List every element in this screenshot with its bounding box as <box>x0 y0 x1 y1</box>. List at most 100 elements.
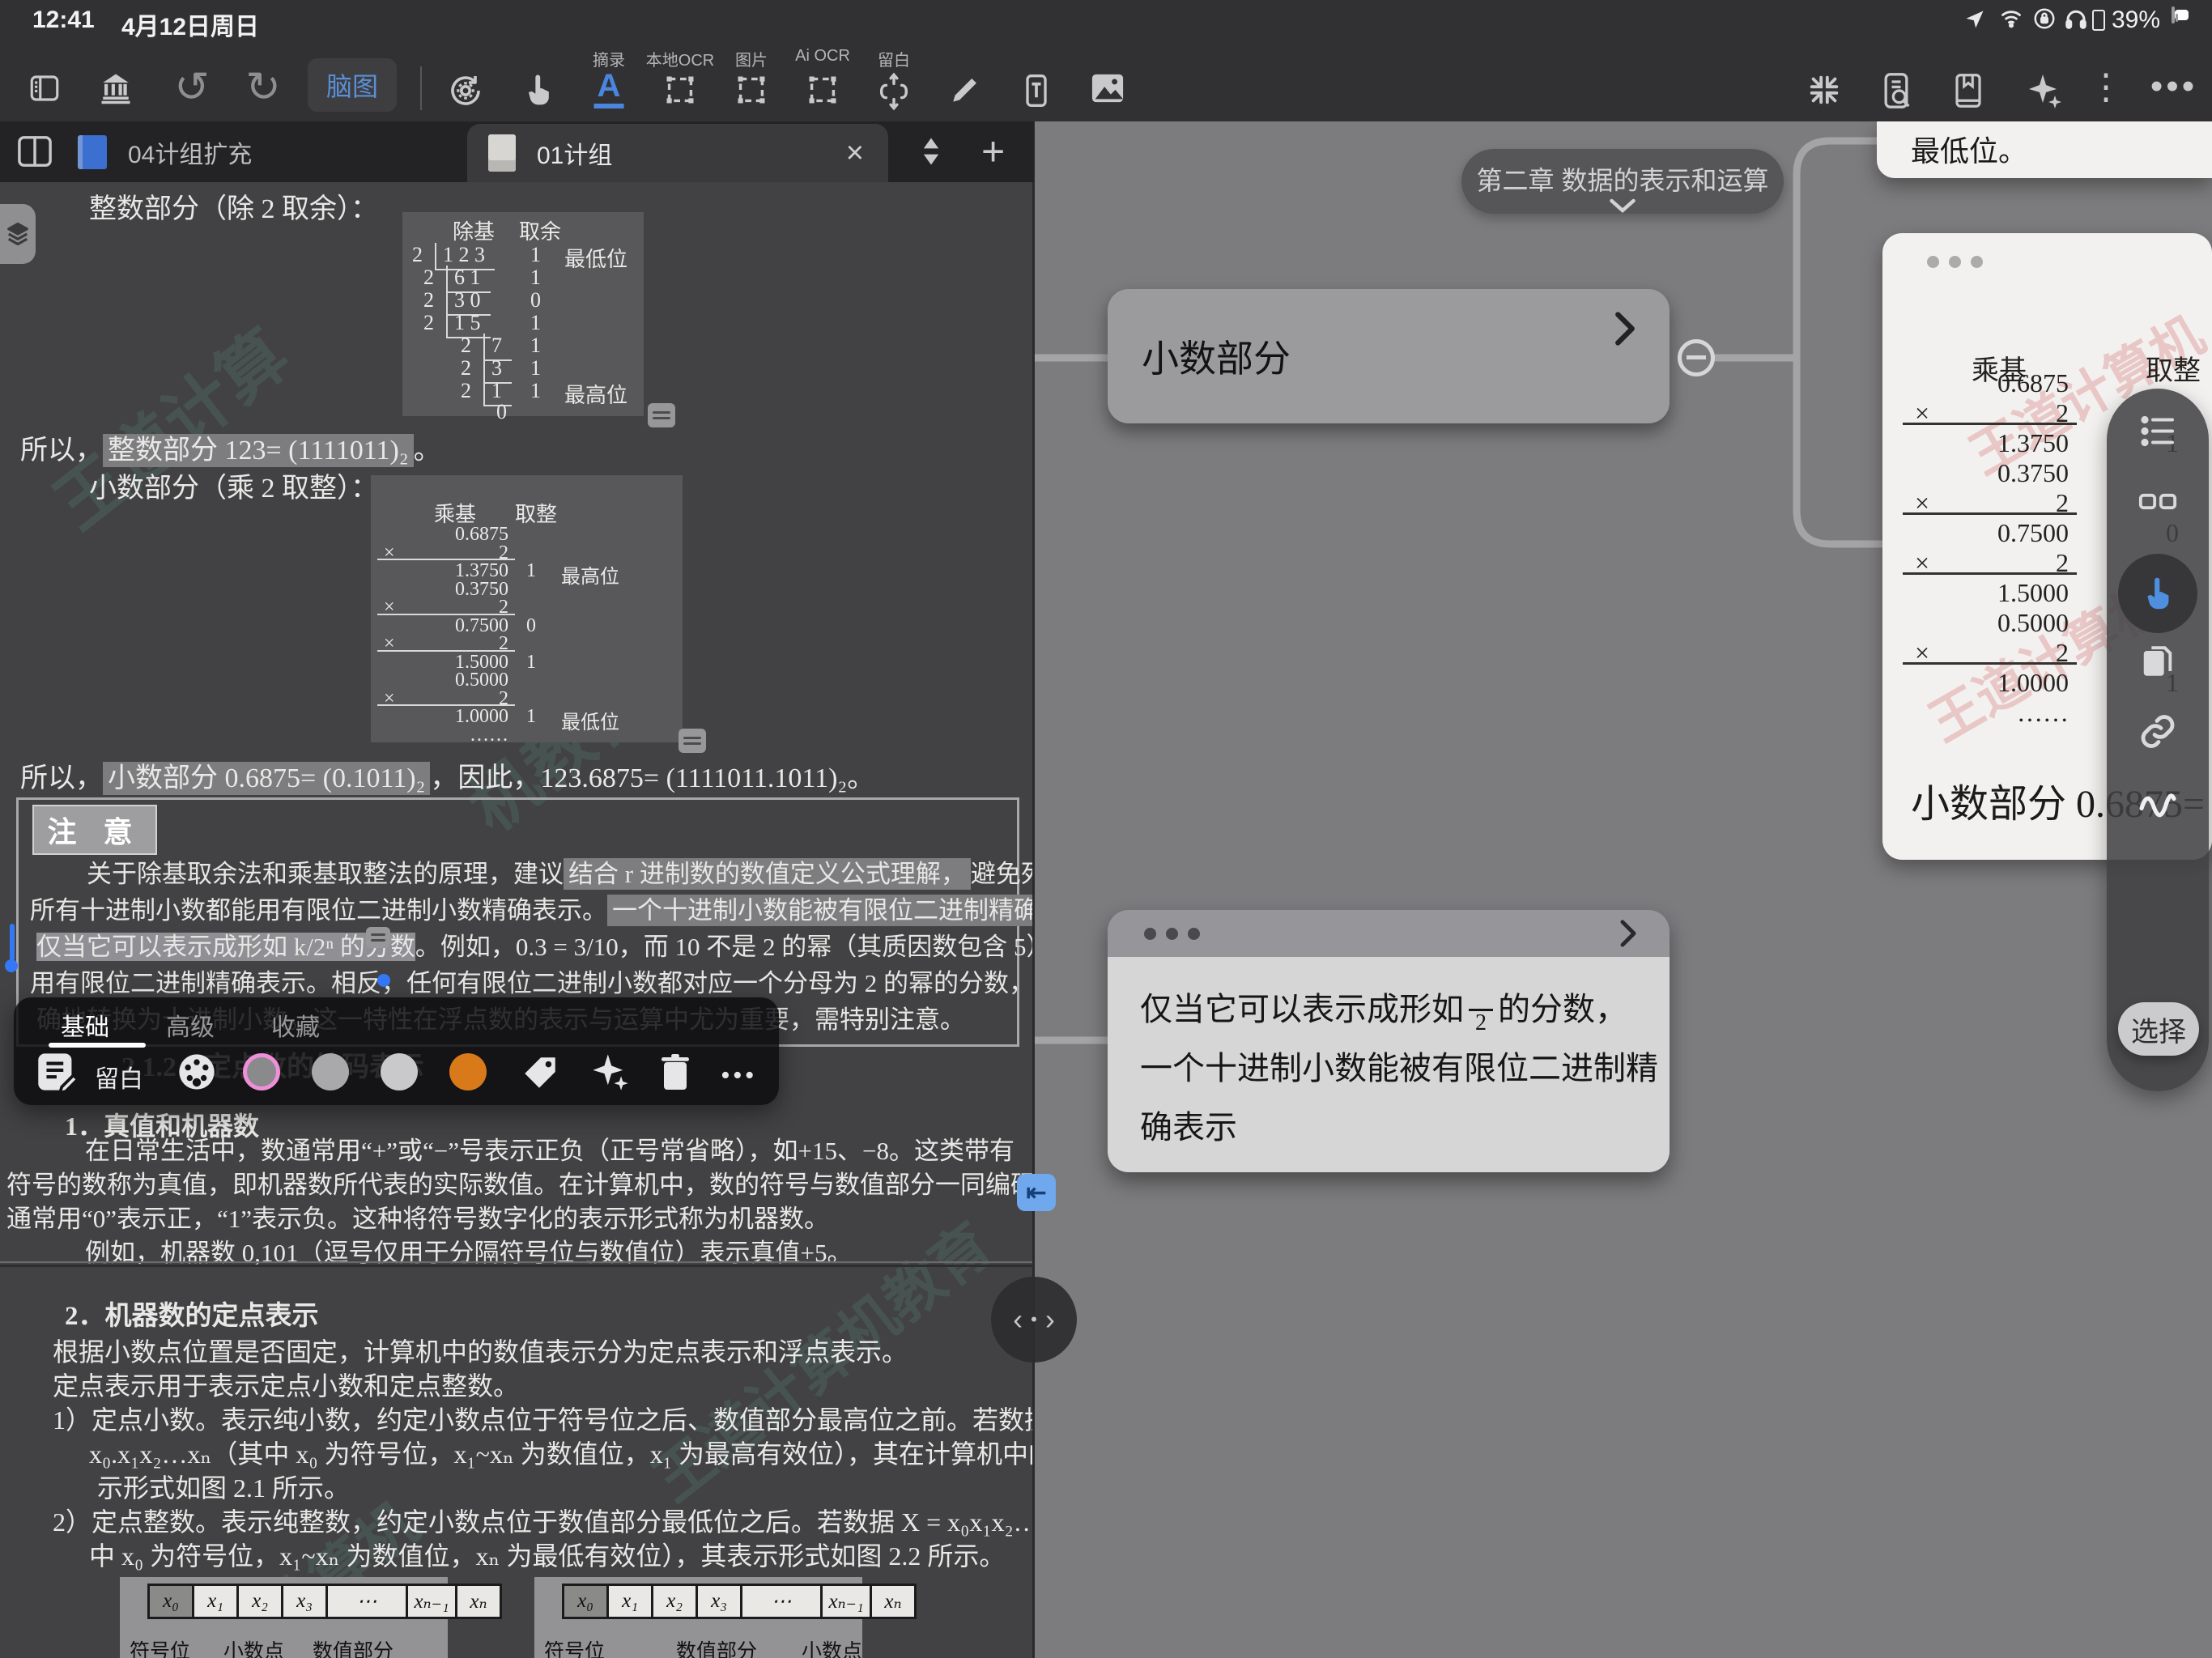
selection-handle-dot[interactable] <box>5 959 18 972</box>
chapter-node[interactable]: 第二章 数据的表示和运算 <box>1461 149 1784 214</box>
excerpt-card-partial[interactable]: 最低位。 <box>1877 121 2212 178</box>
blank-space-button[interactable] <box>875 71 912 116</box>
color-swatch-gray[interactable] <box>312 1053 349 1090</box>
local-ocr-button[interactable] <box>661 71 699 113</box>
status-date: 4月12日周日 <box>121 6 259 42</box>
pane-divider[interactable] <box>1032 121 1035 1658</box>
tab-advanced[interactable]: 高级 <box>166 1007 215 1043</box>
paragraph-line: 在日常生活中，数通常用“+”或“−”号表示正负（正号常省略），如+15、−8。这… <box>85 1130 1015 1167</box>
tab-title: 04计组扩充 <box>128 134 252 170</box>
undo-button[interactable]: ↺ <box>174 63 210 112</box>
prev-page-icon[interactable]: ‹ <box>1013 1303 1023 1337</box>
card-handle-dots[interactable] <box>1144 928 1200 940</box>
color-swatch-gray-selected[interactable] <box>243 1053 280 1090</box>
split-view-icon[interactable] <box>16 134 53 172</box>
ai-ocr-button[interactable] <box>804 71 841 113</box>
excerpt-badge-icon[interactable] <box>678 729 706 753</box>
mult-line: 0.6875 <box>371 524 683 542</box>
page-navigation-control[interactable]: ‹ • › <box>991 1277 1077 1363</box>
copy-cards-icon[interactable] <box>2139 642 2176 685</box>
tab-basic[interactable]: 基础 <box>61 1007 109 1043</box>
more-options-icon[interactable]: ••• <box>2150 66 2197 107</box>
mult-line: 0.75000 <box>371 615 683 634</box>
fraction-part-node[interactable]: 小数部分 <box>1108 289 1670 423</box>
page-dot: • <box>1031 1309 1037 1330</box>
tab-01-jizu-active[interactable]: 01计组 × <box>467 124 888 182</box>
redo-button[interactable]: ↻ <box>245 63 281 112</box>
selection-handle-start[interactable] <box>10 924 15 961</box>
select-button[interactable]: 选择 <box>2118 1002 2199 1056</box>
image-clip-button[interactable] <box>733 71 770 113</box>
mindmap-mode-button[interactable]: 脑图 <box>308 58 397 112</box>
ai-sparkle-icon[interactable] <box>2025 71 2064 114</box>
division-row: 271 <box>402 334 644 356</box>
chevron-right-icon[interactable] <box>1614 312 1636 346</box>
color-swatch-orange[interactable] <box>449 1053 487 1090</box>
insert-image-icon[interactable] <box>1088 71 1127 109</box>
sparkle-icon[interactable] <box>589 1051 631 1097</box>
excerpt-badge-icon[interactable] <box>648 403 675 427</box>
integer-part-heading: 整数部分（除 2 取余）： <box>89 186 378 226</box>
pdf-document-pane[interactable]: 王道计算 机教育 王道计算机教育 王道计算机 整数部分（除 2 取余）： 除基 … <box>0 182 1034 1658</box>
mult-line: ×2 <box>371 633 683 652</box>
excerpt-highlight[interactable]: 整数部分 123= (1111011)₂ <box>103 434 414 467</box>
note-card[interactable]: 仅当它可以表示成形如2的分数， 一个十进制小数能被有限位二进制精 确表示 <box>1108 910 1670 1172</box>
annotation-context-menu: 基础 高级 收藏 留白 ••• <box>14 997 779 1105</box>
figure-2-1: x₀x₁x₂x₃⋯xₙ₋₁xₙ 符号位 小数点 数值部分 <box>120 1577 448 1658</box>
tag-icon[interactable] <box>520 1052 560 1097</box>
figure-2-2: x₀x₁x₂x₃⋯xₙ₋₁xₙ 符号位 数值部分 小数点 <box>534 1577 862 1658</box>
mult-line: 1.37501最高位 <box>371 560 683 579</box>
sync-gear-icon[interactable] <box>446 71 485 114</box>
headset-battery-icon <box>2092 10 2105 31</box>
excerpt-highlight[interactable]: 小数部分 0.6875= (0.1011)₂ <box>103 762 430 795</box>
excerpt-badge-icon[interactable] <box>366 927 390 948</box>
close-tab-icon[interactable]: × <box>846 138 864 168</box>
hand-tool-icon[interactable] <box>521 71 556 113</box>
color-swatch-light[interactable] <box>381 1053 418 1090</box>
tab-04-jizu-kuochong[interactable]: 04计组扩充 <box>78 121 458 182</box>
rotation-lock-icon <box>2032 6 2057 35</box>
chevron-right-icon[interactable] <box>1619 920 1637 947</box>
add-tab-button[interactable]: + <box>981 128 1005 175</box>
color-palette-icon[interactable] <box>176 1051 218 1097</box>
notice-line: 用有限位二进制精确表示。相反，任何有限位二进制小数都对应一个分母为 2 的幂的分… <box>30 963 998 999</box>
tab-favorites[interactable]: 收藏 <box>271 1007 320 1043</box>
layers-panel-tab[interactable] <box>0 204 36 264</box>
paragraph-line: 示形式如图 2.1 所示。 <box>97 1468 350 1505</box>
bookmark-icon[interactable] <box>1951 71 1985 114</box>
sidebar-toggle-button[interactable] <box>26 71 63 109</box>
card-layout-icon[interactable] <box>2138 485 2178 523</box>
document-search-icon[interactable] <box>1878 71 1914 114</box>
link-icon[interactable] <box>2138 712 2177 755</box>
collapse-branch-icon[interactable] <box>1678 339 1715 376</box>
excerpt-highlight[interactable]: 一个十进制小数能被有限位二进制精确表示 <box>607 895 1034 926</box>
selection-handle-end[interactable] <box>377 974 390 987</box>
paragraph-line: x₀.x₁x₂…xₙ（其中 x₀ 为符号位，x₁~xₙ 为数值位，x₁ 为最高有… <box>89 1434 1034 1471</box>
note-card-header[interactable] <box>1108 910 1670 957</box>
text-tool-icon[interactable] <box>1019 71 1054 114</box>
collapse-icon[interactable] <box>1806 71 1843 113</box>
library-icon[interactable] <box>97 71 134 109</box>
card-handle-dots[interactable] <box>1927 256 1983 268</box>
hand-tool-active-circle[interactable] <box>2118 554 2197 633</box>
pen-icon[interactable] <box>947 71 983 111</box>
excerpt-highlight[interactable]: 结合 r 进制数的数值定义公式理解， <box>564 858 971 890</box>
page-divider <box>0 1265 1034 1267</box>
trash-icon[interactable] <box>656 1051 695 1097</box>
note-card-body: 仅当它可以表示成形如2的分数， 一个十进制小数能被有限位二进制精 确表示 <box>1108 957 1670 1172</box>
card-text: 最低位。 <box>1911 128 2027 170</box>
selected-text[interactable]: 仅当它可以表示成形如 k/2ⁿ 的分数 <box>36 933 415 961</box>
next-page-icon[interactable]: › <box>1045 1303 1055 1337</box>
division-final: 0 <box>402 400 644 423</box>
image-clip-label: 图片 <box>735 47 768 70</box>
outline-list-icon[interactable] <box>2138 414 2178 453</box>
more-icon[interactable]: ••• <box>721 1061 757 1091</box>
blank-space-menu-label[interactable]: 留白 <box>95 1059 143 1095</box>
gesture-squiggle-icon[interactable] <box>2137 784 2179 824</box>
vertical-more-icon[interactable]: ⋮ <box>2088 66 2124 108</box>
sort-tabs-icon[interactable] <box>913 133 949 174</box>
column-header: 取余 <box>519 215 561 245</box>
split-resize-handle[interactable]: ⇤ <box>1017 1174 1056 1211</box>
excerpt-tool-button[interactable]: A <box>594 68 624 108</box>
note-edit-icon[interactable] <box>36 1051 80 1097</box>
